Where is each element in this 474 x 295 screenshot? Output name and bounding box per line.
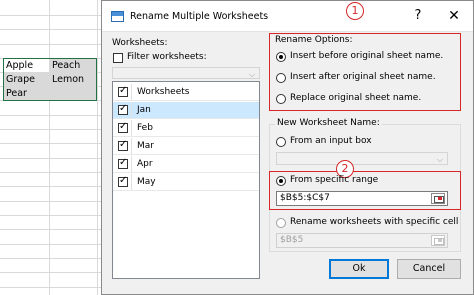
- sheet-checkbox[interactable]: [118, 175, 128, 187]
- column-divider: [131, 156, 132, 172]
- from-input-box-label: From an input box: [290, 136, 372, 146]
- insert-before-label: Insert before original sheet name.: [290, 51, 444, 61]
- list-item-may[interactable]: May: [113, 174, 259, 191]
- dialog-title: Rename Multiple Worksheets: [130, 11, 269, 22]
- insert-after-label: Insert after original sheet name.: [290, 72, 436, 82]
- app-icon: [111, 11, 124, 22]
- worksheets-label: Worksheets:: [112, 38, 168, 48]
- ok-button[interactable]: Ok: [329, 259, 389, 279]
- list-item-feb[interactable]: Feb: [113, 120, 259, 137]
- rename-specific-cell-radio[interactable]: [276, 218, 286, 228]
- sheet-name: Feb: [137, 123, 153, 133]
- rename-specific-cell-label: Rename worksheets with specific cell: [290, 217, 459, 227]
- new-name-label: New Worksheet Name:: [275, 118, 382, 128]
- from-specific-range-label: From specific range: [290, 175, 379, 185]
- replace-radio[interactable]: [276, 94, 286, 104]
- column-divider: [131, 138, 132, 154]
- list-item-jan[interactable]: Jan: [113, 102, 259, 119]
- sheet-checkbox[interactable]: [118, 139, 128, 151]
- column-divider: [131, 174, 132, 190]
- replace-label: Replace original sheet name.: [290, 93, 422, 103]
- cell-select-icon[interactable]: [431, 235, 445, 246]
- help-icon[interactable]: ?: [409, 7, 427, 25]
- column-divider: [131, 102, 132, 118]
- cell-input[interactable]: $B$5: [276, 233, 448, 248]
- title-bar[interactable]: Rename Multiple Worksheets ? ✕: [102, 1, 473, 32]
- sheet-checkbox[interactable]: [118, 121, 128, 133]
- filter-worksheets-label: Filter worksheets:: [127, 52, 207, 62]
- input-box-combo[interactable]: ⌵: [276, 152, 448, 165]
- step-badge-1: 1: [346, 2, 364, 20]
- cell-selection-border: [3, 58, 97, 101]
- sheet-name: May: [137, 177, 156, 187]
- insert-before-radio[interactable]: [276, 52, 286, 62]
- list-header-label: Worksheets: [137, 87, 190, 97]
- chevron-down-icon: ⌵: [248, 70, 255, 79]
- chevron-down-icon: ⌵: [436, 155, 443, 164]
- sheet-checkbox[interactable]: [118, 103, 128, 115]
- list-item-mar[interactable]: Mar: [113, 138, 259, 155]
- rename-worksheets-dialog: Rename Multiple Worksheets ? ✕ Worksheet…: [101, 0, 474, 295]
- sheet-name: Apr: [137, 159, 153, 169]
- insert-after-radio[interactable]: [276, 73, 286, 83]
- from-input-box-radio[interactable]: [276, 137, 286, 147]
- select-all-checkbox[interactable]: [118, 85, 128, 97]
- sheet-checkbox[interactable]: [118, 157, 128, 169]
- column-divider: [131, 120, 132, 136]
- column-divider: [131, 84, 132, 100]
- worksheets-list[interactable]: Worksheets Jan Feb Mar Apr May: [112, 81, 260, 279]
- filter-worksheets-checkbox[interactable]: [113, 53, 123, 63]
- cancel-button[interactable]: Cancel: [397, 259, 461, 279]
- close-icon[interactable]: ✕: [445, 7, 463, 25]
- from-specific-range-radio[interactable]: [276, 176, 286, 186]
- range-input[interactable]: $B$5:$C$7: [276, 191, 448, 206]
- filter-worksheets-combo[interactable]: ⌵: [112, 67, 260, 79]
- range-select-icon[interactable]: [431, 193, 445, 204]
- list-header[interactable]: Worksheets: [113, 84, 259, 101]
- sheet-name: Mar: [137, 141, 154, 151]
- rename-options-label: Rename Options:: [275, 35, 353, 45]
- list-item-apr[interactable]: Apr: [113, 156, 259, 173]
- sheet-name: Jan: [137, 105, 151, 115]
